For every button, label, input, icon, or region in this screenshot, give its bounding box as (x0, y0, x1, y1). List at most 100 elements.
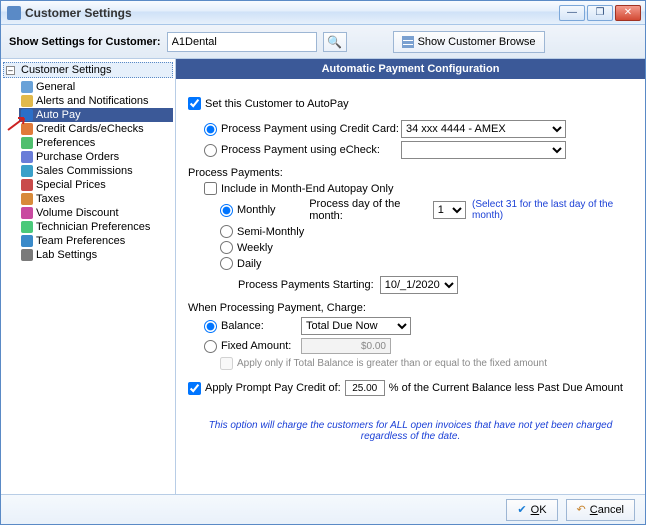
freq-daily-radio[interactable] (220, 257, 233, 270)
tree-item-icon (21, 235, 33, 247)
process-day-select[interactable]: 1 (433, 201, 466, 219)
ok-label: K (539, 504, 546, 516)
cancel-label: ancel (598, 504, 624, 516)
minimize-button[interactable]: — (559, 5, 585, 21)
annotation-arrow-icon (6, 114, 28, 132)
tree-item-icon (21, 193, 33, 205)
tree-item[interactable]: Technician Preferences (19, 220, 173, 234)
tree-item[interactable]: Auto Pay (19, 108, 173, 122)
window-title: Customer Settings (25, 6, 559, 20)
maximize-button[interactable]: ❐ (587, 5, 613, 21)
tree-item[interactable]: Alerts and Notifications (19, 94, 173, 108)
titlebar: Customer Settings — ❐ ✕ (1, 1, 645, 25)
app-icon (7, 6, 21, 20)
process-start-select[interactable]: 10/_1/2020 (380, 276, 458, 294)
tree-item-label: Team Preferences (36, 235, 125, 247)
charge-balance-label: Balance: (221, 320, 301, 332)
set-autopay-label: Set this Customer to AutoPay (205, 98, 349, 110)
tree-item-label: Auto Pay (36, 109, 81, 121)
process-start-label: Process Payments Starting: (238, 279, 374, 291)
tree-item-icon (21, 95, 33, 107)
charge-fixed-radio[interactable] (204, 340, 217, 353)
browse-label: Show Customer Browse (418, 36, 536, 48)
include-month-end-label: Include in Month-End Autopay Only (221, 183, 393, 195)
tree-item-icon (21, 165, 33, 177)
tree-item-icon (21, 179, 33, 191)
prompt-pay-checkbox[interactable] (188, 382, 201, 395)
method-echeck-radio[interactable] (204, 144, 217, 157)
tree-item[interactable]: General (19, 80, 173, 94)
customer-input[interactable] (167, 32, 317, 52)
tree-item[interactable]: Volume Discount (19, 206, 173, 220)
show-customer-browse-button[interactable]: Show Customer Browse (393, 31, 545, 53)
tree-item-label: Technician Preferences (36, 221, 150, 233)
method-cc-radio[interactable] (204, 123, 217, 136)
freq-daily-label: Daily (237, 258, 261, 270)
tree-item-label: Lab Settings (36, 249, 97, 261)
cancel-button[interactable]: ↶ Cancel (566, 499, 635, 521)
tree-item[interactable]: Lab Settings (19, 248, 173, 262)
tree-item-label: Purchase Orders (36, 151, 119, 163)
tree-item-label: Special Prices (36, 179, 106, 191)
settings-tree: – Customer Settings GeneralAlerts and No… (1, 59, 176, 494)
apply-only-checkbox (220, 357, 233, 370)
tree-root-label: Customer Settings (21, 64, 111, 76)
charge-balance-select[interactable]: Total Due Now (301, 317, 411, 335)
tree-item-icon (21, 137, 33, 149)
tree-item[interactable]: Team Preferences (19, 234, 173, 248)
freq-monthly-radio[interactable] (220, 204, 233, 217)
undo-icon: ↶ (577, 503, 586, 516)
echeck-select[interactable] (401, 141, 566, 159)
tree-item[interactable]: Taxes (19, 192, 173, 206)
prompt-pay-label-post: % of the Current Balance less Past Due A… (389, 382, 623, 394)
tree-item[interactable]: Preferences (19, 136, 173, 150)
show-settings-label: Show Settings for Customer: (9, 36, 161, 48)
tree-item[interactable]: Purchase Orders (19, 150, 173, 164)
tree-item-label: Preferences (36, 137, 95, 149)
charge-fixed-label: Fixed Amount: (221, 340, 301, 352)
grid-icon (402, 36, 414, 48)
tree-item-icon (21, 207, 33, 219)
search-icon: 🔍 (327, 35, 342, 49)
freq-semimonthly-label: Semi-Monthly (237, 226, 304, 238)
process-section-label: Process Payments: (188, 167, 633, 179)
process-day-label: Process day of the month: (309, 198, 427, 222)
customer-search-button[interactable]: 🔍 (323, 32, 347, 52)
freq-weekly-label: Weekly (237, 242, 273, 254)
tree-item-label: Credit Cards/eChecks (36, 123, 144, 135)
charge-balance-radio[interactable] (204, 320, 217, 333)
collapse-icon[interactable]: – (6, 66, 15, 75)
footer-note: This option will charge the customers fo… (188, 420, 633, 442)
process-day-hint: (Select 31 for the last day of the month… (472, 199, 633, 221)
set-autopay-checkbox[interactable] (188, 97, 201, 110)
ok-button[interactable]: ✔ OK (506, 499, 557, 521)
check-icon: ✔ (517, 503, 526, 516)
tree-item-icon (21, 249, 33, 261)
close-button[interactable]: ✕ (615, 5, 641, 21)
apply-only-label: Apply only if Total Balance is greater t… (237, 358, 547, 369)
freq-weekly-radio[interactable] (220, 241, 233, 254)
tree-item-label: Sales Commissions (36, 165, 133, 177)
tree-item-label: General (36, 81, 75, 93)
freq-semimonthly-radio[interactable] (220, 225, 233, 238)
freq-monthly-label: Monthly (237, 204, 303, 216)
tree-item-icon (21, 81, 33, 93)
tree-item[interactable]: Special Prices (19, 178, 173, 192)
content-panel: Automatic Payment Configuration Set this… (176, 59, 645, 494)
tree-root[interactable]: – Customer Settings (3, 62, 173, 78)
tree-item[interactable]: Sales Commissions (19, 164, 173, 178)
cc-select[interactable]: 34 xxx 4444 - AMEX (401, 120, 566, 138)
tree-item-icon (21, 221, 33, 233)
tree-item-icon (21, 151, 33, 163)
tree-item-label: Volume Discount (36, 207, 119, 219)
charge-section-label: When Processing Payment, Charge: (188, 302, 633, 314)
panel-title: Automatic Payment Configuration (176, 59, 645, 79)
include-month-end-checkbox[interactable] (204, 182, 217, 195)
tree-item-label: Taxes (36, 193, 65, 205)
dialog-footer: ✔ OK ↶ Cancel (1, 494, 645, 524)
method-echeck-label: Process Payment using eCheck: (221, 144, 401, 156)
prompt-pay-value-input[interactable] (345, 380, 385, 396)
tree-item[interactable]: Credit Cards/eChecks (19, 122, 173, 136)
prompt-pay-label-pre: Apply Prompt Pay Credit of: (205, 382, 341, 394)
charge-fixed-value: $0.00 (301, 338, 391, 354)
